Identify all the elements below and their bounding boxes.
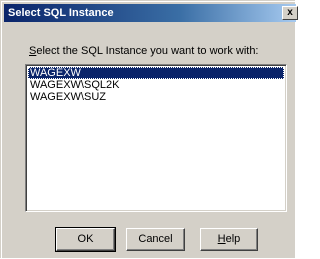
help-mnemonic: H — [217, 233, 226, 245]
list-item-instance[interactable]: WAGEXW\SUZ — [28, 91, 284, 103]
instruction-text: elect the SQL Instance you want to work … — [36, 45, 259, 57]
cancel-button[interactable]: Cancel — [126, 228, 185, 251]
close-icon[interactable]: x — [282, 6, 298, 20]
title-bar[interactable]: Select SQL Instance x — [4, 4, 298, 22]
dialog-title: Select SQL Instance — [8, 7, 114, 19]
help-label: elp — [225, 233, 241, 245]
instruction-label: Select the SQL Instance you want to work… — [29, 45, 259, 58]
ok-button[interactable]: OK — [55, 227, 116, 252]
help-button[interactable]: Help — [200, 228, 258, 251]
select-sql-instance-dialog: Select SQL Instance x Select the SQL Ins… — [0, 0, 298, 259]
list-item-instance[interactable]: WAGEXW\SQL2K — [28, 79, 284, 91]
instance-listbox[interactable]: WAGEXW WAGEXW\SQL2K WAGEXW\SUZ — [25, 64, 287, 212]
list-item-instance[interactable]: WAGEXW — [28, 67, 284, 79]
